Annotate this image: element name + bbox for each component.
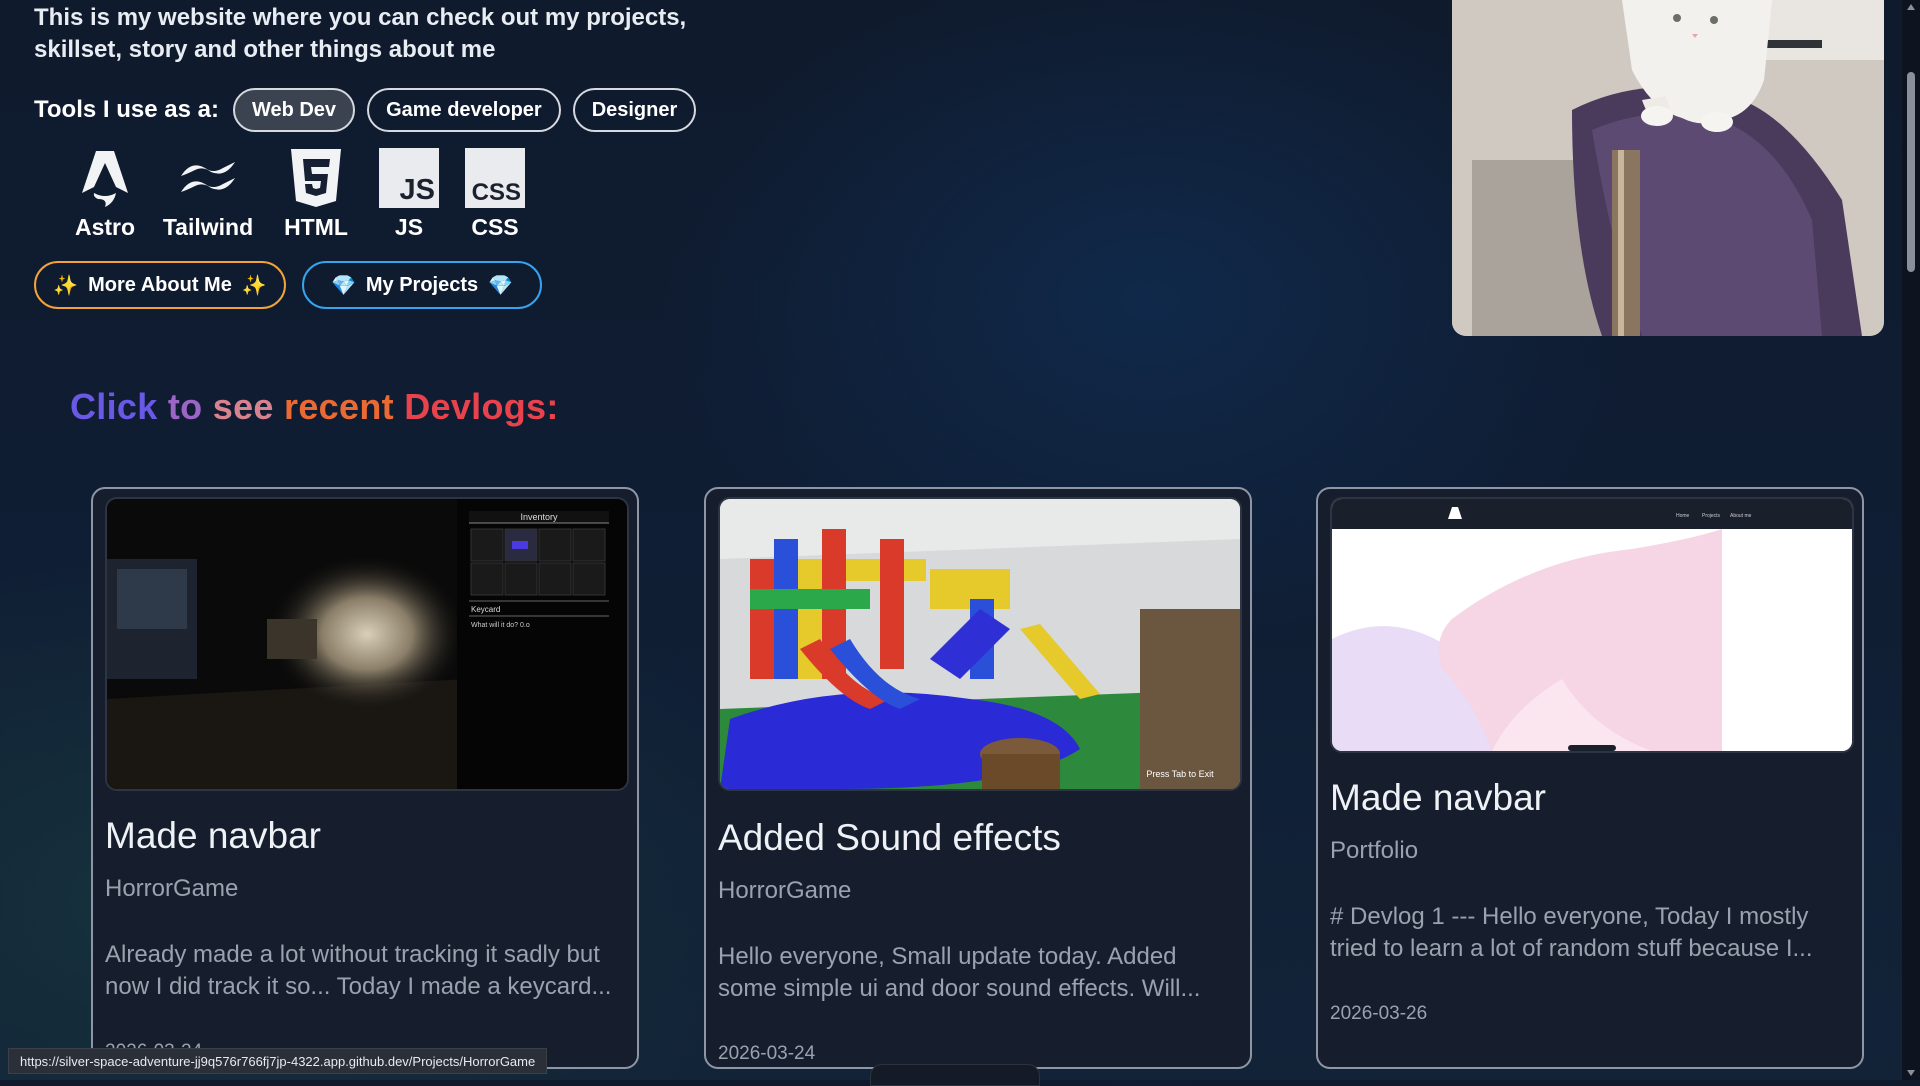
devlog-card-3-date: 2026-03-26 [1330,1003,1428,1024]
css-icon: CSS [462,146,528,210]
inventory-item-name: Keycard [471,605,500,614]
tool-icons: Astro Tailwind HTML JS JS CSS CSS [70,146,528,241]
scrollbar-thumb[interactable] [1907,72,1915,272]
role-game-developer-button[interactable]: Game developer [367,88,561,132]
tool-tailwind: Tailwind [160,146,256,241]
tool-astro: Astro [70,146,140,241]
scroll-down-arrow-icon[interactable] [1907,1070,1915,1076]
tool-css: CSS CSS [462,146,528,241]
tool-js-label: JS [394,214,424,240]
tool-tailwind-label: Tailwind [162,214,254,240]
devlog-card-3-thumbnail: Home Projects About me [1330,497,1854,753]
devlog-card-1[interactable]: Inventory Keycard What will it do? 0.o M… [91,487,639,1069]
heading-word-to: to [167,386,203,427]
preview-nav-about: About me [1730,513,1752,519]
preview-nav-home: Home [1676,513,1690,519]
my-projects-button[interactable]: 💎 My Projects 💎 [302,261,542,309]
devlog-card-1-excerpt: Already made a lot without tracking it s… [105,941,612,1000]
devlog-card-2-excerpt: Hello everyone, Small update today. Adde… [718,943,1201,1002]
sparkles-icon: ✨ [53,274,79,297]
tools-role-selector: Tools I use as a: Web Dev Game developer… [34,86,697,134]
heading-word-see: see [212,386,274,427]
preview-nav-projects: Projects [1702,513,1721,519]
html5-icon [283,146,349,210]
intro-line-1: This is my website where you can check o… [34,4,687,31]
tools-label: Tools I use as a: [34,96,219,123]
tool-html-label: HTML [284,214,348,240]
devlog-card-3[interactable]: Home Projects About me Made navbar Portf… [1316,487,1864,1069]
tool-css-label: CSS [471,214,519,240]
press-tab-hint: Press Tab to Exit [1146,769,1214,779]
devlog-card-3-excerpt: # Devlog 1 --- Hello everyone, Today I m… [1330,903,1813,962]
cta-buttons: ✨ More About Me ✨ 💎 My Projects 💎 [34,261,542,309]
js-icon: JS [376,146,442,210]
inventory-title: Inventory [520,512,558,522]
intro-text: This is my website where you can check o… [34,2,734,66]
tool-astro-label: Astro [74,214,136,240]
sparkles-icon: ✨ [241,274,267,297]
gem-icon: 💎 [488,274,514,297]
scroll-up-arrow-icon[interactable] [1907,4,1915,10]
role-designer-button[interactable]: Designer [572,88,697,132]
inventory-item-desc: What will it do? 0.o [471,622,530,629]
devlog-card-2-thumbnail: Press Tab to Exit [718,497,1242,791]
status-bar-url: https://silver-space-adventure-jj9q576r7… [8,1048,548,1074]
tailwind-icon [175,146,241,210]
devlog-card-2-project: HorrorGame [718,877,852,904]
more-about-me-label: More About Me [88,273,232,296]
gem-icon: 💎 [330,274,356,297]
intro-line-2: skillset, story and other things about m… [34,36,496,63]
devlog-card-3-project: Portfolio [1330,837,1419,864]
tool-js: JS JS [376,146,442,241]
devlog-card-2-date: 2026-03-24 [718,1043,816,1064]
profile-photo [1452,0,1884,336]
vertical-scrollbar[interactable] [1902,0,1920,1080]
devlog-card-1-project: HorrorGame [105,875,239,902]
devlog-card-2[interactable]: Press Tab to Exit Added Sound effects Ho… [704,487,1252,1069]
astro-icon [72,146,138,210]
devlog-card-3-title: Made navbar [1330,777,1546,818]
devlog-card-1-thumbnail: Inventory Keycard What will it do? 0.o [105,497,629,791]
heading-word-recent: recent [284,386,394,427]
devlogs-heading: Click to see recent Devlogs: [70,386,559,428]
heading-word-click: Click [70,386,158,427]
bottom-toolbar[interactable] [870,1064,1040,1086]
devlog-card-1-title: Made navbar [105,815,321,856]
role-web-dev-button[interactable]: Web Dev [232,88,356,132]
heading-word-devlogs: Devlogs: [404,386,559,427]
tool-html: HTML [276,146,356,241]
more-about-me-button[interactable]: ✨ More About Me ✨ [34,261,286,309]
devlog-card-2-title: Added Sound effects [718,817,1061,858]
my-projects-label: My Projects [365,273,479,296]
